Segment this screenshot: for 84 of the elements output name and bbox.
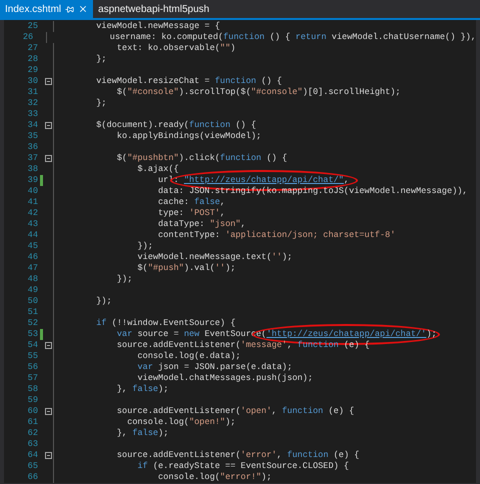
pin-icon[interactable]	[65, 4, 74, 14]
code-line: contentType: 'application/json; charset=utf-8'	[157, 230, 396, 241]
code-line: dataType: "json",	[157, 219, 246, 230]
code-line: ko.applyBindings(viewModel);	[116, 131, 262, 142]
line-number: 60	[26, 406, 38, 417]
line-number: 65	[26, 461, 38, 472]
line-number: 37	[26, 153, 38, 164]
line-number: 55	[26, 351, 38, 362]
line-number: 31	[26, 87, 38, 98]
code-line: });	[116, 274, 132, 285]
line-number: 63	[26, 439, 38, 450]
code-line: };	[95, 98, 107, 109]
line-number: 34	[26, 120, 38, 131]
line-number: 54	[26, 340, 38, 351]
code-line: viewModel.newMessage = {	[95, 21, 220, 32]
line-number: 29	[26, 65, 38, 76]
code-line: var json = JSON.parse(e.data);	[136, 362, 292, 373]
line-number: 61	[26, 417, 38, 428]
collapse-icon[interactable]	[44, 122, 52, 129]
line-number: 49	[26, 285, 38, 296]
code-line: });	[136, 241, 153, 252]
line-number: 44	[26, 230, 38, 241]
line-number: 58	[26, 384, 38, 395]
line-number: 59	[26, 395, 38, 406]
line-number: 46	[26, 252, 38, 263]
line-number: 50	[26, 296, 38, 307]
code-line: }, false);	[116, 384, 168, 395]
editor-tab[interactable]: aspnetwebapi-html5push	[93, 0, 214, 18]
line-number: 25	[26, 21, 38, 32]
line-number: 39	[26, 175, 38, 186]
line-number: 57	[26, 373, 38, 384]
code-line: data: JSON.stringify(ko.mapping.toJS(viewModel.newMessage)),	[157, 186, 468, 197]
code-line: source.addEventListener('error', function (e) {	[116, 450, 360, 461]
code-line: viewModel.newMessage.text('');	[136, 252, 292, 263]
line-number: 33	[26, 109, 38, 120]
collapse-icon[interactable]	[44, 342, 52, 349]
line-number: 53	[26, 329, 38, 340]
code-line: source.addEventListener('open', function (e) {	[116, 406, 354, 417]
line-number: 30	[26, 76, 38, 87]
code-line: if (!!window.EventSource) {	[95, 318, 236, 329]
line-number: 66	[26, 472, 38, 483]
code-line: console.log("open!");	[126, 417, 236, 428]
line-number: 48	[26, 274, 38, 285]
code-line: $(document).ready(function () {	[95, 120, 256, 131]
collapse-icon[interactable]	[44, 408, 52, 415]
code-line: viewModel.resizeChat = function () {	[95, 76, 282, 87]
code-line: text: ko.observable("")	[116, 43, 236, 54]
line-number: 62	[26, 428, 38, 439]
code-line: console.log("error!");	[157, 472, 272, 483]
line-number: 64	[26, 450, 38, 461]
code-line: if (e.readyState == EventSource.CLOSED) {	[136, 461, 349, 472]
line-number: 42	[26, 208, 38, 219]
line-number: 56	[26, 362, 38, 373]
line-number: 38	[26, 164, 38, 175]
code-line: $("#console").scrollTop($("#console")[0].scrollHeight);	[116, 87, 401, 98]
line-number: 26	[22, 32, 34, 43]
line-number: 40	[26, 186, 38, 197]
code-line: }, false);	[116, 428, 168, 439]
line-number: 28	[26, 54, 38, 65]
code-line: $("#push").val('');	[136, 263, 236, 274]
line-number: 52	[26, 318, 38, 329]
collapse-icon[interactable]	[44, 452, 52, 459]
collapse-icon[interactable]	[44, 155, 52, 162]
code-line: });	[95, 296, 112, 307]
code-line: console.log(e.data);	[136, 351, 241, 362]
line-number: 47	[26, 263, 38, 274]
line-number: 41	[26, 197, 38, 208]
line-number: 43	[26, 219, 38, 230]
code-line: };	[95, 54, 107, 65]
line-number: 45	[26, 241, 38, 252]
line-number: 35	[26, 131, 38, 142]
code-line: type: 'POST',	[157, 208, 226, 219]
line-number: 32	[26, 98, 38, 109]
line-number: 27	[26, 43, 38, 54]
line-number: 51	[26, 307, 38, 318]
collapse-icon[interactable]	[44, 78, 52, 85]
code-line: viewModel.chatMessages.push(json);	[136, 373, 313, 384]
code-line: cache: false,	[157, 197, 226, 208]
editor-tab[interactable]: Index.cshtml	[0, 0, 94, 18]
code-line: $("#pushbtn").click(function () {	[116, 153, 288, 164]
code-line: $.ajax({	[136, 164, 179, 175]
close-icon[interactable]	[78, 4, 88, 14]
code-line: username: ko.computed(function () { return viewModel.chatUsername() }),	[108, 32, 476, 43]
line-number: 36	[26, 142, 38, 153]
